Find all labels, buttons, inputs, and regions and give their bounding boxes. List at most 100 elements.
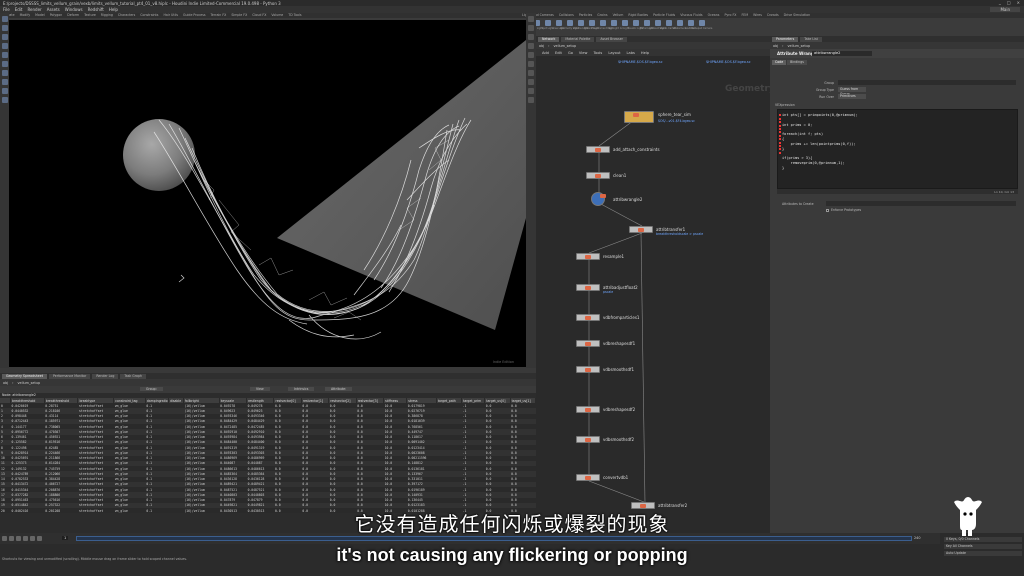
node-tile[interactable] xyxy=(576,406,600,413)
param-path-vellum[interactable]: vellum_setup xyxy=(788,44,811,48)
node-tile[interactable] xyxy=(624,111,654,123)
shelf-right-tab[interactable]: Particle Fluids xyxy=(651,13,677,18)
vex-code-editor[interactable]: int pts[] = primpoints(0,@primnum); int p… xyxy=(777,109,1018,189)
tab-parameters[interactable]: Parameters xyxy=(772,36,799,42)
column-header[interactable]: dampingratio xyxy=(145,398,170,403)
move-tool-icon[interactable] xyxy=(1,25,8,31)
desktop-select[interactable]: Main xyxy=(990,7,1020,12)
shelf-left-tab[interactable]: Rigging xyxy=(99,13,115,18)
snap-tool-icon[interactable] xyxy=(1,79,8,85)
shelf-tool[interactable]: Sky Light xyxy=(608,20,619,33)
sheet-path-obj[interactable]: obj xyxy=(3,381,8,385)
net-menu-tools[interactable]: Tools xyxy=(593,51,602,55)
shelf-left-tab[interactable]: Simple FX xyxy=(229,13,249,18)
node-tile[interactable] xyxy=(576,340,600,347)
node-tile[interactable] xyxy=(586,172,610,179)
pose-tool-icon[interactable] xyxy=(1,61,8,67)
network-canvas[interactable]: Geometry $HIPNAME.$OS.$F.bgeo.sc $HIPNAM… xyxy=(536,56,770,533)
net-menu-go[interactable]: Go xyxy=(568,51,573,55)
node-tile[interactable] xyxy=(576,284,600,291)
step-back-icon[interactable] xyxy=(9,536,14,541)
shelf-right-tab[interactable]: Crowds xyxy=(765,13,781,18)
menu-assets[interactable]: Assets xyxy=(47,7,60,12)
node-tile[interactable] xyxy=(576,366,600,373)
run-over-menu[interactable]: Primitives xyxy=(838,94,866,99)
pivot-tool-icon[interactable] xyxy=(1,97,8,103)
points-display-icon[interactable] xyxy=(528,52,534,58)
go-to-end-icon[interactable] xyxy=(37,536,42,541)
shelf-right-tab[interactable]: Vellum xyxy=(611,13,626,18)
shelf-left-tab[interactable]: Deform xyxy=(65,13,81,18)
node-tile[interactable] xyxy=(631,502,655,509)
menu-file[interactable]: File xyxy=(3,7,10,12)
intrinsics-filter[interactable]: Intrinsics xyxy=(288,387,315,391)
node-tile[interactable] xyxy=(576,474,600,481)
scale-tool-icon[interactable] xyxy=(1,43,8,49)
menu-redshift[interactable]: Redshift xyxy=(88,7,104,12)
shelf-right-tab[interactable]: Particles xyxy=(577,13,594,18)
shelf-right-tab[interactable]: Drive Simulation xyxy=(782,13,813,18)
template-icon[interactable] xyxy=(528,97,534,103)
tab-material-palette[interactable]: Material Palette xyxy=(561,36,595,42)
tab-bindings[interactable]: Bindings xyxy=(787,60,807,65)
node-tile[interactable] xyxy=(576,436,600,443)
tab-take-list[interactable]: Take List xyxy=(800,36,822,42)
net-menu-help[interactable]: Help xyxy=(641,51,649,55)
shelf-right-tab[interactable]: Collisions xyxy=(557,13,576,18)
tab-network[interactable]: Network xyxy=(538,36,560,42)
normals-icon[interactable] xyxy=(528,61,534,67)
node-name-field[interactable]: attribwrangle2 xyxy=(812,50,872,56)
camera-icon[interactable] xyxy=(528,79,534,85)
display-options-icon[interactable] xyxy=(528,16,534,22)
play-icon[interactable] xyxy=(23,536,28,541)
current-frame-field[interactable]: 1 xyxy=(62,536,69,540)
node-tile[interactable] xyxy=(629,226,653,233)
step-forward-icon[interactable] xyxy=(30,536,35,541)
shelf-left-tab[interactable]: Constraints xyxy=(138,13,160,18)
shelf-right-tab[interactable]: Grains xyxy=(595,13,609,18)
param-path-obj[interactable]: obj xyxy=(773,44,778,48)
node-tile[interactable] xyxy=(576,314,600,321)
shelf-tool[interactable]: Caustic Light xyxy=(628,20,643,33)
select-tool-icon[interactable] xyxy=(1,16,8,22)
menu-edit[interactable]: Edit xyxy=(15,7,23,12)
shelf-left-tab[interactable]: Guide Process xyxy=(181,13,207,18)
node-tile[interactable] xyxy=(576,253,600,260)
tab-render-log[interactable]: Render Log xyxy=(92,373,119,379)
net-menu-add[interactable]: Add xyxy=(542,51,549,55)
shelf-right-tab[interactable]: Oceans xyxy=(706,13,722,18)
magnet-tool-icon[interactable] xyxy=(1,88,8,94)
tab-geometry-spreadsheet[interactable]: Geometry Spreadsheet xyxy=(2,373,47,379)
node-tile[interactable] xyxy=(591,192,606,206)
lighting-icon[interactable] xyxy=(528,43,534,49)
group-filter[interactable]: Group: xyxy=(140,387,163,391)
net-menu-labs[interactable]: Labs xyxy=(627,51,635,55)
wireframe-icon[interactable] xyxy=(528,25,534,31)
shelf-tool[interactable]: Gamepad Camera xyxy=(691,20,712,33)
key-all-channels-button[interactable]: Key All Channels xyxy=(944,544,1022,549)
shelf-right-tab[interactable]: FEM xyxy=(739,13,750,18)
node-tile[interactable] xyxy=(586,146,610,153)
auto-update-menu[interactable]: Auto Update xyxy=(944,551,1022,556)
net-menu-view[interactable]: View xyxy=(579,51,588,55)
shelf-right-tab[interactable]: Pyro FX xyxy=(722,13,738,18)
table-row[interactable]: 20 0.0402416 0.201208 stretchoffset vm_glue 0… xyxy=(0,508,536,514)
enforce-prototypes-checkbox[interactable] xyxy=(826,208,829,212)
net-path-obj[interactable]: obj xyxy=(539,44,544,48)
shelf-left-tab[interactable]: Model xyxy=(33,13,47,18)
shelf-right-tab[interactable]: Viscous Fluids xyxy=(678,13,704,18)
tab-task-graph[interactable]: Task Graph xyxy=(120,373,147,379)
shelf-left-tab[interactable]: Polygon xyxy=(48,13,65,18)
tab-asset-browser[interactable]: Asset Browser xyxy=(596,36,627,42)
shelf-left-tab[interactable]: Cloud FX xyxy=(250,13,268,18)
net-path-vellum[interactable]: vellum_setup xyxy=(554,44,577,48)
shelf-left-tab[interactable]: Hair Utils xyxy=(161,13,180,18)
shelf-tool[interactable]: Spot Light xyxy=(541,20,554,33)
shelf-right-tab[interactable]: Wires xyxy=(751,13,764,18)
minimize-button[interactable]: _ xyxy=(999,0,1001,5)
close-button[interactable]: × xyxy=(1017,0,1020,5)
menu-windows[interactable]: Windows xyxy=(65,7,83,12)
spreadsheet-table[interactable]: breakthreshold breakthreshold breaktype con… xyxy=(0,398,537,514)
shelf-right-tab[interactable]: Rigid Bodies xyxy=(626,13,650,18)
stop-icon[interactable] xyxy=(16,536,21,541)
